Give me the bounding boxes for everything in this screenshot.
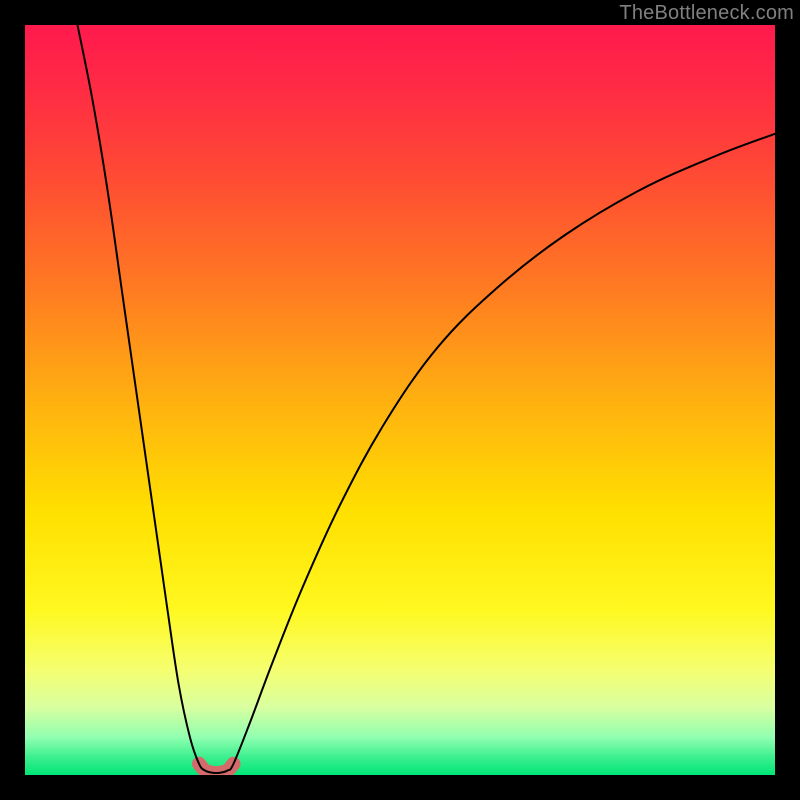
bottleneck-curve (78, 25, 776, 773)
plot-area (25, 25, 775, 775)
dip-highlight (199, 764, 234, 773)
curve-layer (25, 25, 775, 775)
watermark-text: TheBottleneck.com (619, 2, 794, 25)
chart-frame: TheBottleneck.com (0, 0, 800, 800)
